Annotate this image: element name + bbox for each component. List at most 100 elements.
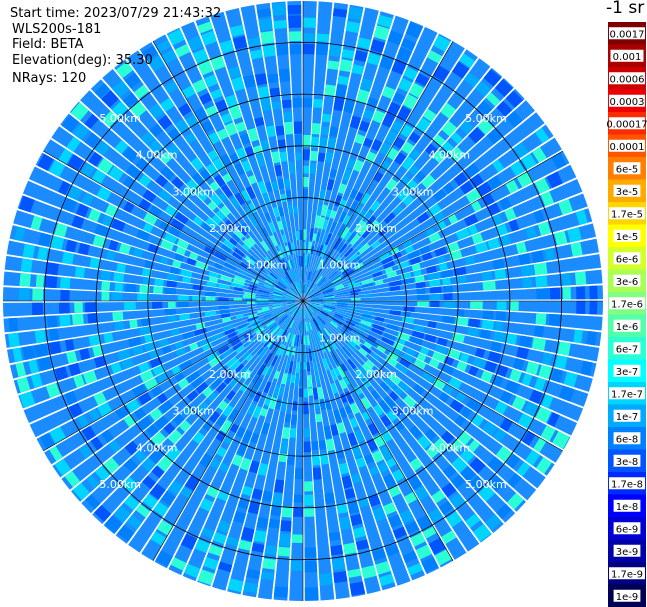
range-ring-label: 2.00km [355, 222, 397, 235]
range-gate [505, 333, 518, 345]
range-gate [479, 329, 491, 340]
range-gate [589, 301, 598, 315]
colorbar-label: 1e-7 [616, 412, 639, 423]
range-gate [154, 278, 164, 287]
range-gate [438, 262, 448, 271]
range-gate [220, 309, 230, 315]
range-gate [271, 2, 287, 16]
range-gate [531, 250, 545, 264]
range-gate [262, 490, 273, 502]
range-gate [295, 361, 300, 374]
range-ring-label: 1.00km [246, 332, 288, 345]
range-gate [280, 520, 292, 532]
range-gate [304, 507, 315, 517]
range-gate [179, 313, 191, 321]
range-gate [278, 68, 291, 82]
range-gate [114, 320, 125, 331]
range-gate [289, 427, 297, 439]
range-gate [281, 99, 292, 109]
range-gate [303, 177, 309, 187]
range-gate [34, 343, 49, 358]
range-gate [257, 462, 269, 477]
range-gate [281, 507, 293, 518]
colorbar-label: 1.7e-7 [611, 389, 643, 400]
range-gate [437, 337, 448, 347]
range-gate [303, 134, 311, 148]
range-ring-label: 1.00km [246, 258, 288, 271]
colorbar-label: 0.0006 [610, 74, 645, 85]
colorbar-label: 1.7e-8 [611, 479, 643, 490]
range-gate [293, 205, 298, 214]
range-gate [111, 292, 123, 301]
colorbar-label: 0.001 [613, 52, 642, 63]
range-ring-label: 3.00km [392, 405, 434, 418]
range-gate [363, 293, 372, 298]
range-gate [271, 101, 282, 110]
range-gate [271, 151, 281, 164]
range-gate [417, 301, 429, 307]
range-gate [317, 152, 326, 162]
range-gate [330, 544, 344, 556]
range-gate [303, 401, 309, 415]
range-gate [58, 302, 70, 314]
range-gate [60, 289, 70, 301]
range-gate [325, 438, 335, 452]
range-gate [257, 86, 270, 99]
range-gate [292, 97, 302, 108]
range-gate [321, 113, 332, 123]
range-gate [267, 73, 279, 84]
range-gate [258, 18, 273, 31]
range-gate [298, 388, 303, 398]
range-gate [49, 328, 60, 341]
range-gate [177, 295, 189, 301]
range-ring-label: 5.00km [465, 112, 507, 125]
colorbar-label: 6e-6 [616, 254, 639, 265]
range-gate [114, 282, 124, 292]
range-gate [112, 311, 124, 321]
colorbar-label: 1e-9 [616, 592, 639, 603]
range-gate [59, 277, 71, 289]
range-gate [177, 301, 189, 308]
range-gate [549, 287, 561, 300]
range-gate [481, 271, 493, 282]
range-gate [308, 388, 313, 396]
range-gate [328, 531, 341, 541]
range-gate [260, 97, 272, 112]
range-ring-label: 2.00km [209, 222, 251, 235]
range-ring-label: 4.00km [136, 441, 178, 454]
range-gate [240, 527, 255, 542]
range-gate [218, 297, 229, 301]
range-gate [287, 4, 302, 15]
range-gate [47, 315, 58, 328]
range-gate [303, 362, 307, 370]
range-gate [166, 280, 177, 288]
range-gate [335, 84, 348, 99]
range-gate [167, 301, 176, 309]
colorbar-label: 0.0001 [610, 142, 645, 153]
range-gate [277, 178, 285, 190]
range-gate [284, 121, 294, 135]
colorbar-label: 6e-5 [616, 164, 639, 175]
range-gate [87, 313, 98, 324]
range-gate [153, 286, 163, 294]
range-gate [129, 319, 138, 329]
range-gate [299, 375, 303, 386]
range-gate [303, 17, 317, 28]
elevation-label: Elevation(deg): 35.30 [12, 53, 153, 68]
start-time-label: Start time: 2023/07/29 21:43:32 [10, 6, 222, 21]
range-gate [152, 301, 163, 309]
range-gate [303, 98, 313, 108]
range-gate [125, 283, 137, 293]
range-gate [430, 301, 440, 308]
range-gate [270, 505, 282, 517]
range-gate [205, 291, 216, 297]
range-gate [535, 275, 548, 288]
range-gate [32, 288, 44, 301]
range-gate [295, 230, 300, 241]
range-gate [303, 441, 311, 453]
colorbar-title: -1 sr [606, 0, 645, 18]
range-gate [287, 204, 294, 215]
range-gate [101, 281, 111, 291]
range-gate [192, 295, 203, 301]
range-gate [403, 306, 415, 313]
